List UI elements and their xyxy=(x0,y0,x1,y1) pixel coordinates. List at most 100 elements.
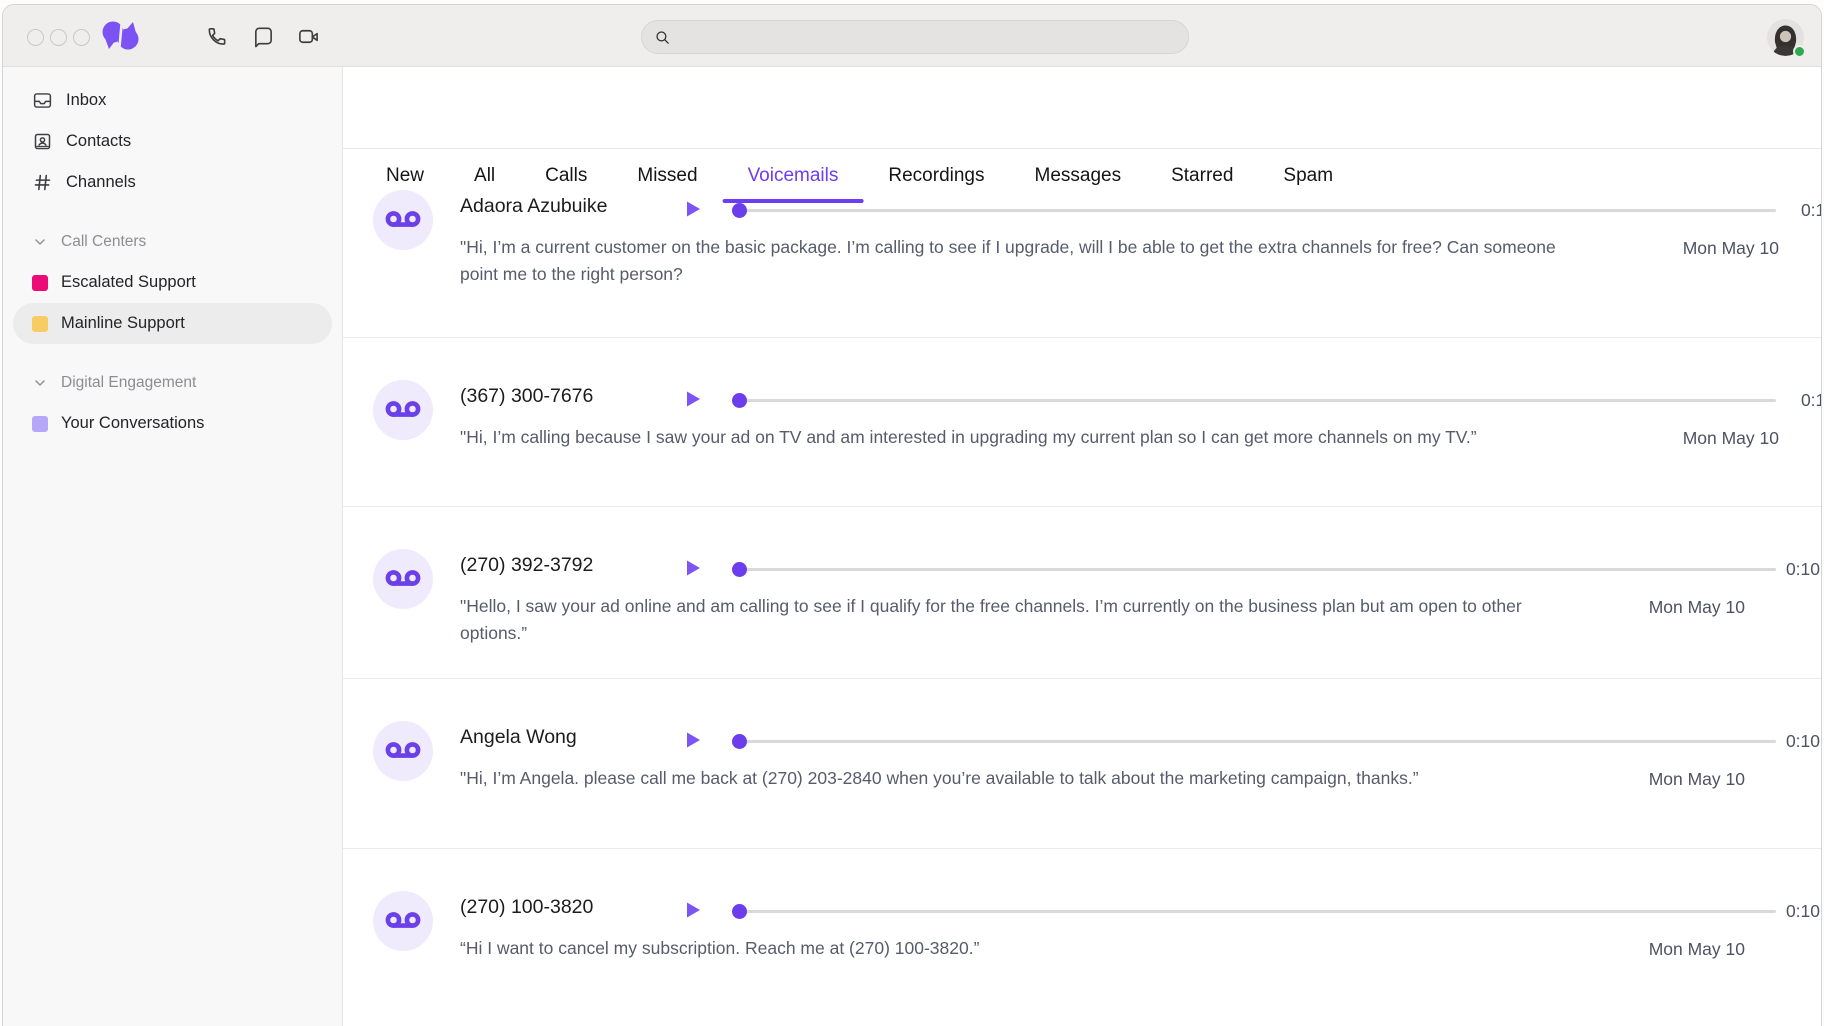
date-label: Mon May 10 xyxy=(1649,936,1745,962)
play-button[interactable] xyxy=(683,900,703,920)
tab-starred[interactable]: Starred xyxy=(1171,165,1233,187)
voicemail-avatar xyxy=(373,549,433,609)
app-window: Inbox Contacts Channels xyxy=(2,4,1822,1026)
caller-name: (367) 300-7676 xyxy=(460,385,593,408)
channel-item[interactable]: Escalated Support xyxy=(13,262,332,303)
slider-handle[interactable] xyxy=(732,734,747,749)
playback-slider[interactable] xyxy=(725,388,1791,412)
voicemail-row[interactable]: (367) 300-7676 0:10 "Hi, I’m calling bec… xyxy=(343,338,1821,507)
play-icon xyxy=(683,730,703,750)
slider-handle[interactable] xyxy=(732,904,747,919)
caller-name: (270) 100-3820 xyxy=(460,896,593,919)
play-icon xyxy=(683,389,703,409)
phone-icon[interactable] xyxy=(205,25,228,48)
sidebar-item-contacts[interactable]: Contacts xyxy=(3,121,342,162)
date-label: Mon May 10 xyxy=(1683,425,1779,451)
slider-track xyxy=(739,740,1776,743)
channel-color-swatch xyxy=(32,275,48,291)
channel-color-swatch xyxy=(32,416,48,432)
title-bar xyxy=(3,5,1821,67)
slider-handle[interactable] xyxy=(732,562,747,577)
section-call-centers[interactable]: Call Centers xyxy=(3,222,342,262)
voicemail-avatar xyxy=(373,721,433,781)
sidebar-item-label: Inbox xyxy=(66,91,106,110)
tab-recordings[interactable]: Recordings xyxy=(888,165,984,187)
dialpad-logo-icon xyxy=(99,18,143,54)
duration-label: 0:10 xyxy=(1786,557,1820,581)
user-avatar[interactable] xyxy=(1767,19,1804,56)
slider-track xyxy=(739,209,1776,212)
playback-slider[interactable] xyxy=(725,729,1791,753)
playback-slider[interactable] xyxy=(725,557,1791,581)
play-button[interactable] xyxy=(683,730,703,750)
chat-icon[interactable] xyxy=(252,25,275,48)
play-icon xyxy=(683,900,703,920)
window-minimize-button[interactable] xyxy=(50,29,67,46)
window-controls xyxy=(27,29,90,46)
transcript-text: "Hello, I saw your ad online and am call… xyxy=(460,593,1578,647)
playback-slider[interactable] xyxy=(725,899,1791,923)
voicemail-list: Adaora Azubuike 0:10 "Hi, I’m a current … xyxy=(343,148,1821,1026)
search-input[interactable] xyxy=(679,21,1188,53)
contacts-icon xyxy=(32,131,53,152)
channel-label: Escalated Support xyxy=(61,273,196,292)
tab-spam[interactable]: Spam xyxy=(1283,165,1333,187)
slider-track xyxy=(739,399,1776,402)
inbox-icon xyxy=(32,90,53,111)
voicemail-icon xyxy=(385,567,421,591)
tab-messages[interactable]: Messages xyxy=(1035,165,1122,187)
channel-label: Your Conversations xyxy=(61,414,204,433)
date-label: Mon May 10 xyxy=(1649,594,1745,620)
chevron-down-icon xyxy=(32,375,48,391)
hash-icon xyxy=(32,172,53,193)
duration-label: 0:10 xyxy=(1786,899,1820,923)
section-label: Call Centers xyxy=(61,233,146,251)
voicemail-row[interactable]: Angela Wong 0:10 "Hi, I’m Angela. please… xyxy=(343,679,1821,849)
channel-item[interactable]: Mainline Support xyxy=(13,303,332,344)
caller-name: (270) 392-3792 xyxy=(460,554,593,577)
duration-label: 0:10 xyxy=(1801,388,1821,412)
voicemail-avatar xyxy=(373,380,433,440)
voicemail-row[interactable]: (270) 100-3820 0:10 “Hi I want to cancel… xyxy=(343,849,1821,1026)
caller-name: Angela Wong xyxy=(460,726,577,749)
video-icon[interactable] xyxy=(297,25,320,48)
voicemail-icon xyxy=(385,208,421,232)
tab-all[interactable]: All xyxy=(474,165,495,187)
channel-color-swatch xyxy=(32,316,48,332)
sidebar-item-inbox[interactable]: Inbox xyxy=(3,80,342,121)
channel-label: Mainline Support xyxy=(61,314,185,333)
date-label: Mon May 10 xyxy=(1683,235,1779,261)
window-zoom-button[interactable] xyxy=(73,29,90,46)
global-search[interactable] xyxy=(641,20,1189,54)
sidebar: Inbox Contacts Channels xyxy=(3,67,343,1026)
tab-new[interactable]: New xyxy=(386,165,424,187)
voicemail-avatar xyxy=(373,891,433,951)
chevron-down-icon xyxy=(32,234,48,250)
channel-item[interactable]: Your Conversations xyxy=(13,403,332,444)
filter-tabs: New All Calls Missed Voicemails Recordings Mes… xyxy=(343,148,1821,202)
slider-handle[interactable] xyxy=(732,393,747,408)
sidebar-item-channels[interactable]: Channels xyxy=(3,162,342,203)
sidebar-item-label: Contacts xyxy=(66,132,131,151)
transcript-text: “Hi I want to cancel my subscription. Re… xyxy=(460,935,1578,962)
slider-track xyxy=(739,910,1776,913)
voicemail-icon xyxy=(385,909,421,933)
tab-voicemails[interactable]: Voicemails xyxy=(748,165,839,187)
search-icon xyxy=(654,29,671,46)
transcript-text: "Hi, I’m Angela. please call me back at … xyxy=(460,765,1578,792)
sidebar-item-label: Channels xyxy=(66,173,136,192)
voicemail-list-pane: New All Calls Missed Voicemails Recordings Mes… xyxy=(343,67,1821,1026)
transcript-text: "Hi, I’m calling because I saw your ad o… xyxy=(460,424,1578,451)
tab-missed[interactable]: Missed xyxy=(637,165,697,187)
play-button[interactable] xyxy=(683,389,703,409)
play-button[interactable] xyxy=(683,199,703,219)
tab-calls[interactable]: Calls xyxy=(545,165,587,187)
play-button[interactable] xyxy=(683,558,703,578)
section-digital-engagement[interactable]: Digital Engagement xyxy=(3,363,342,403)
window-close-button[interactable] xyxy=(27,29,44,46)
slider-handle[interactable] xyxy=(732,203,747,218)
slider-track xyxy=(739,568,1776,571)
duration-label: 0:10 xyxy=(1786,729,1820,753)
voicemail-row[interactable]: (270) 392-3792 0:10 "Hello, I saw your a… xyxy=(343,507,1821,679)
transcript-text: "Hi, I’m a current customer on the basic… xyxy=(460,234,1578,288)
